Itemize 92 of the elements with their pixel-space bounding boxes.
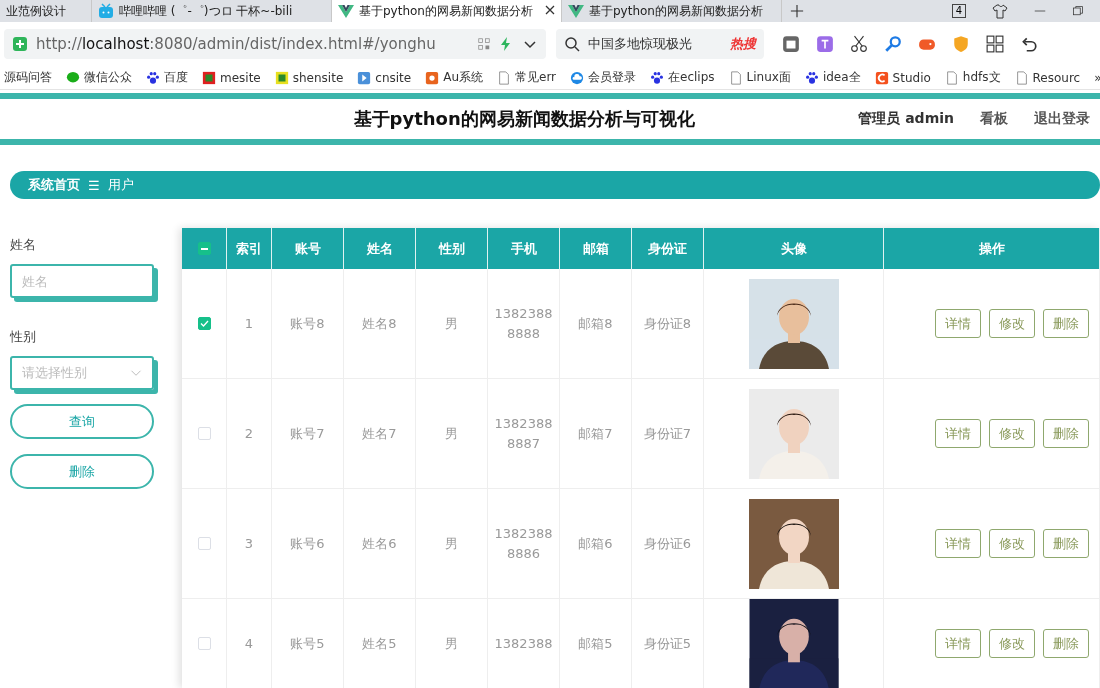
table-cell: 账号8 — [272, 269, 344, 379]
table-cell: 1 — [227, 269, 272, 379]
grid-icon — [986, 35, 1004, 53]
tab-count[interactable]: 4 — [951, 4, 966, 18]
column-header: 手机 — [488, 228, 560, 269]
url-text: http://localhost:8080/admin/dist/index.html#/yonghu — [36, 35, 436, 53]
column-header: 邮箱 — [560, 228, 632, 269]
table-cell: 账号6 — [272, 489, 344, 599]
bookmark[interactable]: 常见err — [515, 69, 557, 86]
column-header: 索引 — [227, 228, 272, 269]
table-cell: 男 — [416, 269, 488, 379]
bookmark[interactable]: shensite — [292, 70, 344, 85]
bookmark[interactable]: cnsite — [375, 70, 412, 85]
document-icon — [944, 70, 959, 85]
table-cell: 男 — [416, 379, 488, 489]
bookmark[interactable]: 会员登录 — [588, 69, 637, 86]
tv-icon — [98, 3, 114, 19]
table-cell: 邮箱8 — [560, 269, 632, 379]
shield-icon — [952, 35, 970, 53]
field-label: 姓名 — [10, 236, 37, 254]
header-link[interactable]: 退出登录 — [1034, 110, 1090, 128]
check-icon — [199, 320, 209, 327]
plus-icon — [790, 4, 804, 18]
table-cell: 邮箱5 — [560, 599, 632, 688]
bookmark[interactable]: mesite — [220, 70, 261, 85]
bookmark[interactable]: 微信公众 — [84, 69, 132, 86]
table-cell: 身份证5 — [632, 599, 704, 688]
more-bookmarks[interactable]: » — [1094, 70, 1100, 85]
address-bar[interactable]: http://localhost:8080/admin/dist/index.html#/yonghu — [4, 29, 546, 59]
shirt-icon — [992, 3, 1008, 19]
bookmark[interactable]: 在eclips — [668, 69, 715, 86]
table-cell: 2 — [227, 379, 272, 489]
v-logo-icon — [338, 3, 354, 19]
v-logo-icon — [568, 3, 584, 19]
table-cell: 1382388 8887 — [488, 379, 560, 489]
table-cell: 姓名5 — [344, 599, 416, 688]
table-cell: 账号5 — [272, 599, 344, 688]
table-cell: 姓名6 — [344, 489, 416, 599]
document-icon — [728, 70, 743, 85]
document-icon — [1014, 70, 1029, 85]
search-field[interactable]: 中国多地惊现极光 热搜 — [556, 29, 764, 59]
column-header: 身份证 — [632, 228, 704, 269]
breadcrumb-separator: ☰ — [88, 177, 100, 193]
bookmark[interactable]: Studio — [892, 70, 931, 85]
minus-icon — [200, 247, 208, 250]
table-cell: 4 — [227, 599, 272, 688]
hot-search-label: 热搜 — [730, 35, 756, 53]
scissors-icon — [850, 35, 868, 53]
breadcrumb-current: 用户 — [107, 176, 134, 194]
table-cell: 身份证8 — [632, 269, 704, 379]
table-cell: 账号7 — [272, 379, 344, 489]
column-header: 姓名 — [344, 228, 416, 269]
search-icon — [564, 36, 580, 52]
page-title: 基于python的网易新闻数据分析与可视化 — [352, 107, 696, 131]
bookmark[interactable]: hdfs文 — [962, 69, 1001, 86]
header-link[interactable]: 看板 — [980, 110, 1008, 128]
input-field[interactable]: 姓名 — [10, 264, 154, 298]
table-cell: 3 — [227, 489, 272, 599]
bookmark[interactable]: 源码问答 — [4, 69, 52, 86]
table-cell: 邮箱6 — [560, 489, 632, 599]
table-cell: 姓名7 — [344, 379, 416, 489]
undo-icon — [1020, 35, 1038, 53]
table-cell: 身份证7 — [632, 379, 704, 489]
column-header: 性别 — [416, 228, 488, 269]
table-cell: 男 — [416, 599, 488, 688]
bookmark[interactable]: 百度 — [164, 69, 188, 86]
table-cell: 1382388 — [488, 599, 560, 688]
document-icon — [497, 70, 511, 85]
table-cell: 姓名8 — [344, 269, 416, 379]
magnifier-icon — [884, 35, 902, 53]
bookmark[interactable]: Au系统 — [443, 69, 483, 86]
header-link[interactable]: 管理员 admin — [858, 110, 954, 128]
table-cell: 身份证6 — [632, 489, 704, 599]
qr-icon — [478, 38, 490, 50]
select-all-checkbox[interactable] — [197, 242, 211, 255]
close-icon — [545, 5, 555, 15]
bookmark[interactable]: Linux面 — [746, 69, 791, 86]
column-header: 头像 — [704, 228, 884, 269]
browser-tab[interactable]: 基于python的网易新闻数据分析 — [332, 0, 562, 22]
table-cell: 邮箱7 — [560, 379, 632, 489]
field-label: 性别 — [10, 328, 37, 346]
column-header: 账号 — [272, 228, 344, 269]
bookmark[interactable]: idea全 — [822, 69, 861, 86]
translate-icon — [816, 35, 834, 53]
bookmark[interactable]: Resourc — [1032, 70, 1081, 85]
table-cell: 1382388 8886 — [488, 489, 560, 599]
table-cell: 男 — [416, 489, 488, 599]
shield-icon — [12, 36, 28, 52]
table-cell: 1382388 8888 — [488, 269, 560, 379]
column-header: 操作 — [884, 228, 1100, 269]
restore-icon — [1072, 5, 1084, 17]
row-checkbox[interactable] — [197, 317, 211, 330]
